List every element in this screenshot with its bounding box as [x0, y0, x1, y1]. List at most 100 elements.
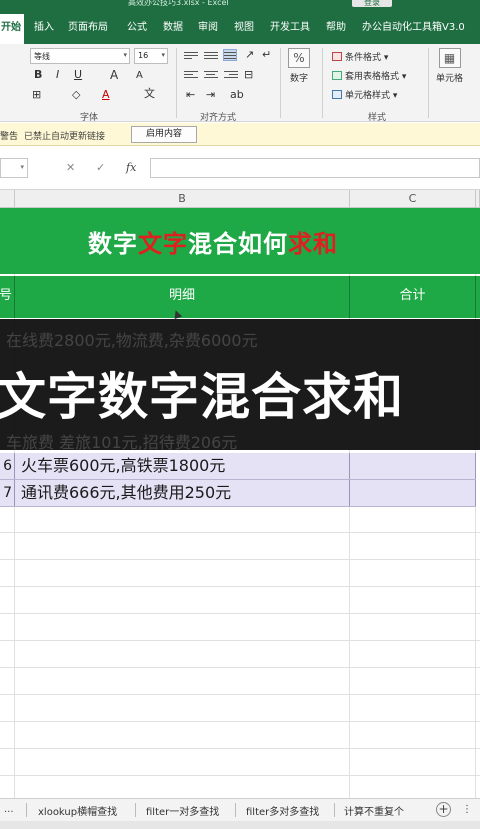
row-index[interactable]: 7 [0, 480, 15, 506]
gridline [0, 721, 480, 722]
table-row: 7 通讯费666元,其他费用250元 [0, 480, 476, 507]
shrink-font-button[interactable]: A [136, 69, 143, 83]
cell-styles-icon [332, 90, 342, 99]
divider [428, 48, 429, 118]
align-center-icon[interactable] [204, 69, 218, 81]
formula-input[interactable] [150, 158, 480, 178]
align-left-icon[interactable] [184, 69, 198, 81]
divider [135, 803, 136, 817]
table-format-icon [332, 71, 342, 80]
sheet-tab-count-unique[interactable]: 计算不重复个 [344, 803, 404, 818]
formula-bar: ▾ ✕ ✓ fx [0, 146, 480, 190]
status-bar [0, 821, 480, 829]
underline-button[interactable]: U [74, 68, 82, 82]
column-header-a[interactable] [0, 190, 15, 208]
conditional-format-button[interactable]: 条件格式 ▾ [332, 50, 388, 63]
tab-page-layout[interactable]: 页面布局 [68, 18, 108, 33]
cells-icon: ▦ [438, 48, 461, 68]
grow-font-button[interactable]: A [110, 68, 118, 82]
sheet-tab-filter-one-to-many[interactable]: filter一对多查找 [146, 803, 219, 818]
align-right-icon[interactable] [224, 69, 238, 81]
sheet-tab-filter-many-to-many[interactable]: filter多对多查找 [246, 803, 319, 818]
total-cell[interactable] [350, 453, 476, 479]
cancel-icon[interactable]: ✕ [66, 161, 75, 174]
row-index[interactable]: 6 [0, 453, 15, 479]
tab-help[interactable]: 帮助 [326, 18, 346, 33]
text-direction-icon[interactable]: ab [230, 88, 244, 102]
cells-label: 单元格 [436, 74, 464, 84]
font-size-select[interactable]: 16 ▾ [134, 48, 168, 64]
tab-formulas[interactable]: 公式 [127, 18, 147, 33]
obscured-row-text: 车旅费 差旅101元,招待费206元 [6, 433, 238, 450]
table-row: 6 火车票600元,高铁票1800元 [0, 453, 476, 480]
table-header-row: 号 明细 合计 [0, 276, 480, 318]
tab-review[interactable]: 审阅 [198, 18, 218, 33]
merge-center-icon[interactable]: ⊟ [244, 68, 253, 82]
detail-cell[interactable]: 火车票600元,高铁票1800元 [15, 453, 350, 479]
header-total[interactable]: 合计 [350, 276, 476, 318]
fill-color-icon[interactable]: ◇ [72, 88, 80, 102]
tab-developer[interactable]: 开发工具 [270, 18, 310, 33]
gridline [0, 613, 480, 614]
number-label: 数字 [289, 74, 308, 84]
title-part-highlight: 文字 [138, 230, 188, 258]
column-header-d[interactable] [476, 190, 480, 208]
cell-styles-button[interactable]: 单元格样式 ▾ [332, 88, 397, 101]
bold-button[interactable]: B [34, 68, 42, 82]
tab-home[interactable]: 开始 [0, 14, 24, 44]
conditional-format-icon [332, 52, 342, 61]
add-sheet-button[interactable]: + [436, 802, 451, 817]
align-top-icon[interactable] [184, 50, 198, 62]
tab-insert[interactable]: 插入 [34, 18, 54, 33]
title-bar: 高效办公技巧3.xlsx - Excel 登录 [0, 0, 480, 8]
gridline [0, 586, 480, 587]
border-icon[interactable]: ⊞ [32, 88, 41, 102]
sheet-title-row[interactable]: 数字文字混合如何求和 [0, 208, 480, 274]
column-header-c[interactable]: C [350, 190, 476, 208]
confirm-icon[interactable]: ✓ [96, 161, 105, 174]
phonetic-button[interactable]: 文 [144, 87, 155, 101]
gridline [0, 775, 480, 776]
increase-indent-icon[interactable]: ⇥ [206, 88, 215, 102]
align-middle-icon[interactable] [204, 50, 218, 62]
gridline [0, 559, 480, 560]
number-format-button[interactable]: % 数字 [288, 48, 310, 84]
insert-function-icon[interactable]: fx [126, 161, 136, 174]
gridline [0, 694, 480, 695]
worksheet-grid[interactable]: 数字文字混合如何求和 号 明细 合计 6 火车票600元,高铁票1800元 7 … [0, 208, 480, 798]
login-button[interactable]: 登录 [352, 0, 392, 7]
name-box[interactable]: ▾ [0, 158, 28, 178]
tab-office-toolbox[interactable]: 办公自动化工具箱V3.0 [362, 18, 465, 33]
enable-content-button[interactable]: 启用内容 [131, 126, 197, 143]
cells-button[interactable]: ▦ 单元格 [436, 48, 463, 84]
sheet-tab-xlookup[interactable]: xlookup横帽查找 [38, 803, 117, 818]
ribbon-tabs: 开始 插入 页面布局 公式 数据 审阅 视图 开发工具 帮助 办公自动化工具箱V… [0, 8, 480, 44]
column-header-b[interactable]: B [15, 190, 350, 208]
table-format-button[interactable]: 套用表格格式 ▾ [332, 69, 406, 82]
header-index[interactable]: 号 [0, 276, 15, 318]
font-group-label: 字体 [80, 113, 99, 123]
font-name-select[interactable]: 等线 ▾ [30, 48, 130, 64]
font-size-value: 16 [138, 51, 149, 60]
warning-message: 已禁止自动更新链接 [24, 132, 106, 142]
sheet-tab-bar: ... xlookup横帽查找 filter一对多查找 filter多对多查找 … [0, 798, 480, 821]
decrease-indent-icon[interactable]: ⇤ [186, 88, 195, 102]
align-bottom-icon[interactable] [223, 49, 237, 61]
italic-button[interactable]: I [56, 68, 59, 82]
title-part: 混合如何 [188, 230, 288, 258]
total-cell[interactable] [350, 480, 476, 506]
orientation-icon[interactable]: ↗ [245, 48, 254, 62]
more-icon[interactable]: ⋮ [462, 804, 472, 815]
chevron-down-icon: ▾ [123, 51, 127, 59]
detail-cell[interactable]: 通讯费666元,其他费用250元 [15, 480, 350, 506]
ribbon: 等线 ▾ 16 ▾ B I U A A ⊞ ◇ A 文 字体 ↗ ↵ ⊟ ⇤ ⇥… [0, 44, 480, 123]
gridline [0, 532, 480, 533]
tab-view[interactable]: 视图 [234, 18, 254, 33]
divider [26, 803, 27, 817]
header-detail[interactable]: 明细 [15, 276, 350, 318]
tab-data[interactable]: 数据 [163, 18, 183, 33]
video-caption-banner: 在线费2800元,物流费,杂费6000元 文字数字混合求和 车旅费 差旅101元… [0, 319, 480, 450]
font-color-button[interactable]: A [102, 88, 110, 102]
sheet-tabs-ellipsis[interactable]: ... [4, 804, 14, 815]
wrap-text-icon[interactable]: ↵ [262, 48, 271, 62]
